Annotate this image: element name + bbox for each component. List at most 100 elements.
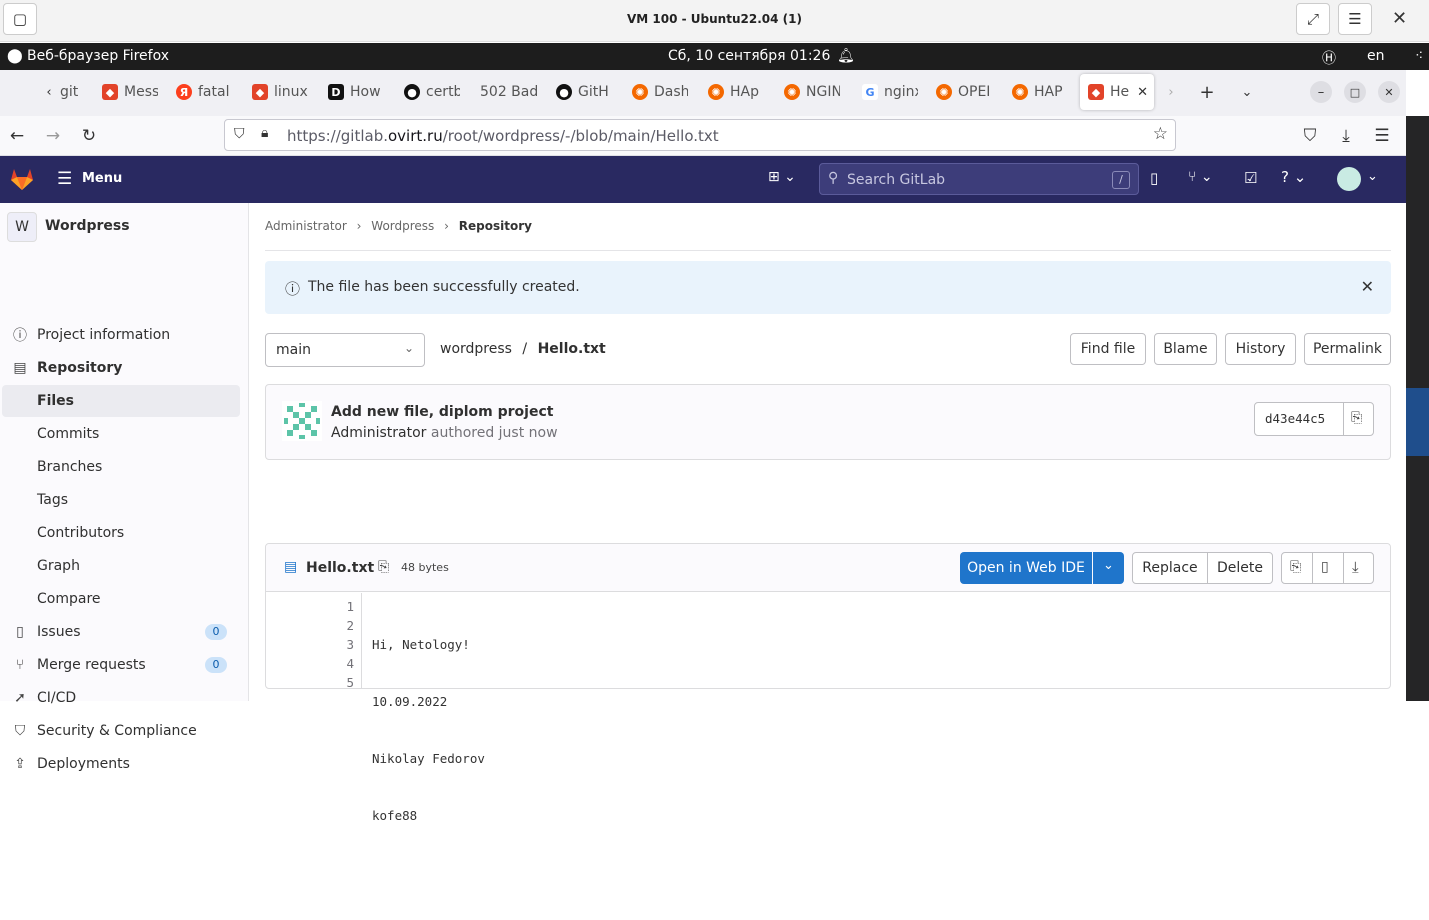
- sidebar-item-issues[interactable]: ▯ Issues 0: [0, 617, 249, 647]
- line-number[interactable]: 1: [266, 597, 354, 616]
- branch-selector[interactable]: main ⌄: [265, 333, 425, 367]
- vm-menu-icon[interactable]: ☰: [1338, 3, 1372, 35]
- app-menu-icon[interactable]: ☰: [1370, 124, 1394, 148]
- sidebar-item-project-information[interactable]: ⓘ Project information: [0, 320, 249, 350]
- sidebar-item-graph[interactable]: Graph: [0, 551, 249, 581]
- commit-title[interactable]: Add new file, diplom project: [331, 404, 553, 420]
- tab[interactable]: ● certb: [404, 80, 460, 104]
- reload-icon[interactable]: ↻: [77, 124, 101, 148]
- tab[interactable]: Яfatal: [176, 80, 232, 104]
- new-item-icon[interactable]: ⊞ ⌄: [768, 169, 796, 185]
- tab[interactable]: git: [60, 80, 94, 104]
- chevron-down-icon[interactable]: ⌄: [1093, 552, 1124, 584]
- blame-button[interactable]: Blame: [1154, 333, 1217, 365]
- project-name[interactable]: Wordpress: [45, 218, 130, 234]
- find-file-button[interactable]: Find file: [1070, 333, 1146, 365]
- open-web-ide-button[interactable]: Open in Web IDE: [960, 552, 1092, 584]
- sidebar-item-security-compliance[interactable]: ⛉ Security & Compliance: [0, 716, 249, 746]
- line-number[interactable]: 3: [266, 635, 354, 654]
- maximize-icon[interactable]: □: [1344, 81, 1366, 103]
- keyboard-layout[interactable]: en: [1367, 48, 1385, 64]
- sidebar-item-tags[interactable]: Tags: [0, 485, 249, 515]
- history-button[interactable]: History: [1225, 333, 1296, 365]
- menu-button[interactable]: Menu: [82, 171, 122, 186]
- pocket-icon[interactable]: ⛉: [1298, 124, 1322, 148]
- line-number[interactable]: 4: [266, 654, 354, 673]
- tab-active[interactable]: ◆ He ✕: [1080, 74, 1154, 110]
- shield-icon[interactable]: ⛉: [234, 126, 245, 142]
- forward-icon[interactable]: →: [41, 124, 65, 148]
- sidebar: W Wordpress ⓘ Project information ▤ Reposi…: [0, 203, 249, 772]
- chevron-down-icon[interactable]: ⌄: [1367, 169, 1378, 184]
- raw-file-icon[interactable]: ▯: [1321, 559, 1329, 575]
- copy-path-icon[interactable]: ⎘: [378, 559, 389, 575]
- copy-contents-icon[interactable]: ⎘: [1290, 559, 1301, 575]
- accessibility-icon[interactable]: Ⓗ: [1322, 48, 1336, 68]
- close-window-icon[interactable]: ✕: [1378, 81, 1400, 103]
- fullscreen-icon[interactable]: ⤢: [1296, 3, 1330, 35]
- gitlab-logo-icon[interactable]: [9, 166, 35, 192]
- issues-icon[interactable]: ▯: [1150, 169, 1158, 187]
- sidebar-item-repository[interactable]: ▤ Repository: [0, 353, 249, 383]
- sidebar-item-branches[interactable]: Branches: [0, 452, 249, 482]
- path-file[interactable]: Hello.txt: [538, 341, 606, 357]
- tab-list-icon[interactable]: ⌄: [1236, 81, 1258, 103]
- sidebar-item-commits[interactable]: Commits: [0, 419, 249, 449]
- delete-button[interactable]: Delete: [1208, 553, 1272, 583]
- active-app-name[interactable]: Веб-браузер Firefox: [27, 48, 169, 64]
- project-avatar[interactable]: W: [7, 212, 37, 242]
- tab[interactable]: ◆ Mess: [102, 80, 158, 104]
- permalink-button[interactable]: Permalink: [1304, 333, 1391, 365]
- search-input[interactable]: ⚲ Search GitLab /: [819, 163, 1139, 195]
- tab[interactable]: ✺ HAP: [1012, 80, 1068, 104]
- sidebar-item-contributors[interactable]: Contributors: [0, 518, 249, 548]
- bookmark-star-icon[interactable]: ☆: [1153, 124, 1168, 144]
- hamburger-icon[interactable]: ☰: [57, 169, 72, 189]
- sidebar-item-cicd[interactable]: ➚ CI/CD: [0, 683, 249, 713]
- tab[interactable]: ✺ Dash: [632, 80, 688, 104]
- download-icon[interactable]: ⤓: [1352, 558, 1359, 576]
- tab[interactable]: ✺ OPEI: [936, 80, 992, 104]
- tab[interactable]: ✺ HAp: [708, 80, 764, 104]
- line-number[interactable]: 2: [266, 616, 354, 635]
- tab[interactable]: ✺ NGIN: [784, 80, 840, 104]
- new-tab-icon[interactable]: +: [1196, 81, 1218, 103]
- code-line: Hi, Netology!: [372, 637, 470, 652]
- lock-icon[interactable]: 🔒︎: [261, 125, 268, 141]
- commit-author[interactable]: Administrator: [331, 425, 426, 441]
- minimize-icon[interactable]: –: [1310, 81, 1332, 103]
- divider: [1343, 553, 1344, 583]
- replace-button[interactable]: Replace: [1133, 553, 1207, 583]
- help-icon[interactable]: ? ⌄: [1281, 168, 1306, 186]
- tab[interactable]: ● GitH: [556, 80, 612, 104]
- merge-requests-icon[interactable]: ⑂ ⌄: [1188, 169, 1213, 185]
- tab[interactable]: ◆ linux: [252, 80, 308, 104]
- network-icon[interactable]: ⁖: [1415, 48, 1423, 64]
- vm-close-icon[interactable]: ✕: [1392, 8, 1407, 29]
- tab[interactable]: Gnginx: [862, 80, 918, 104]
- sidebar-item-deployments[interactable]: ⇪ Deployments: [0, 749, 249, 779]
- tab[interactable]: D How: [328, 80, 384, 104]
- clock[interactable]: Сб, 10 сентября 01:26: [668, 48, 830, 64]
- commit-sha[interactable]: d43e44c5: [1265, 411, 1325, 426]
- path-root-link[interactable]: wordpress: [440, 341, 512, 357]
- url-bar[interactable]: ⛉ 🔒︎ https://gitlab.ovirt.ru/root/wordpr…: [224, 119, 1176, 151]
- avatar[interactable]: [1337, 167, 1361, 191]
- downloads-icon[interactable]: ⤓: [1334, 124, 1358, 148]
- tab-scroll-right-icon[interactable]: ›: [1160, 81, 1182, 103]
- commit-author-avatar[interactable]: [282, 401, 322, 441]
- sidebar-item-merge-requests[interactable]: ⑂ Merge requests 0: [0, 650, 249, 680]
- line-number[interactable]: 5: [266, 673, 354, 692]
- tab-scroll-left-icon[interactable]: ‹: [38, 81, 60, 103]
- close-icon[interactable]: ✕: [1361, 277, 1374, 296]
- back-icon[interactable]: ←: [5, 124, 29, 148]
- sidebar-item-files[interactable]: Files: [2, 385, 240, 417]
- todo-icon[interactable]: ☑: [1244, 169, 1257, 187]
- tab[interactable]: 502 Bad: [480, 80, 540, 104]
- tab-close-icon[interactable]: ✕: [1137, 85, 1148, 100]
- breadcrumb-item-current[interactable]: Repository: [459, 219, 532, 233]
- breadcrumb-item[interactable]: Wordpress: [371, 219, 434, 233]
- copy-sha-icon[interactable]: ⎘: [1351, 410, 1362, 426]
- sidebar-item-compare[interactable]: Compare: [0, 584, 249, 614]
- breadcrumb-item[interactable]: Administrator: [265, 219, 347, 233]
